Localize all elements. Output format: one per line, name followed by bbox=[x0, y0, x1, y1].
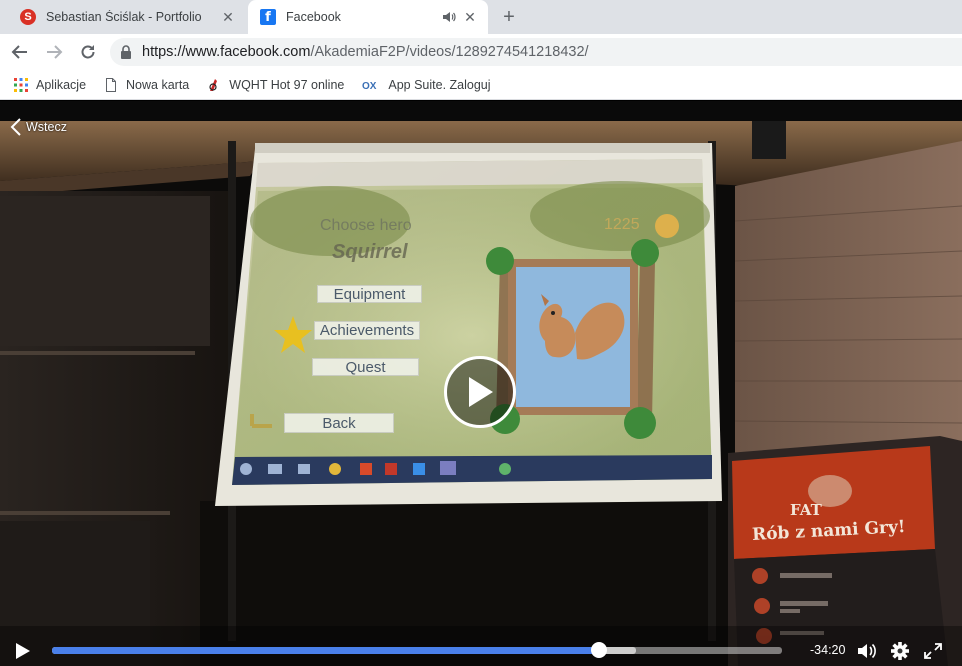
bookmark-app-suite[interactable]: OX App Suite. Zaloguj bbox=[362, 78, 490, 92]
tab-title: Sebastian Ściślak - Portfolio bbox=[46, 10, 202, 24]
game-achievements-button: Achievements bbox=[314, 321, 420, 340]
reload-icon bbox=[81, 45, 95, 59]
ox-icon: OX bbox=[362, 81, 377, 92]
url-path: /AkademiaF2P/videos/1289274541218432/ bbox=[310, 44, 589, 60]
game-hero-name: Squirrel bbox=[332, 241, 408, 263]
tab-facebook[interactable]: f Facebook ✕ bbox=[248, 0, 488, 34]
volume-icon[interactable] bbox=[856, 641, 878, 661]
close-tab-icon[interactable]: ✕ bbox=[462, 9, 478, 25]
gear-icon[interactable] bbox=[889, 641, 911, 661]
progress-bar[interactable] bbox=[52, 647, 782, 654]
game-equipment-button: Equipment bbox=[317, 285, 422, 303]
back-link[interactable]: Wstecz bbox=[10, 117, 67, 137]
chevron-left-icon bbox=[10, 118, 21, 136]
progress-scrubber[interactable] bbox=[590, 642, 607, 658]
new-tab-button[interactable]: + bbox=[498, 6, 520, 28]
banner-brand: FAT bbox=[790, 501, 822, 519]
game-heading: Choose hero bbox=[320, 217, 412, 234]
video-controls: -34:20 bbox=[0, 636, 962, 666]
video-player[interactable]: Choose hero Squirrel 1225 Equipment Achi… bbox=[0, 101, 962, 666]
play-icon bbox=[469, 377, 493, 407]
arrow-left-icon bbox=[11, 45, 27, 59]
arrow-right-icon bbox=[47, 45, 63, 59]
bookmark-nowa-karta[interactable]: Nowa karta bbox=[104, 77, 190, 92]
tab-title: Facebook bbox=[286, 10, 341, 24]
bookmarks-bar: Aplikacje Nowa karta WQHT Hot 97 online … bbox=[0, 70, 962, 100]
fullscreen-icon[interactable] bbox=[922, 641, 944, 661]
tab-portfolio[interactable]: S Sebastian Ściślak - Portfolio ✕ bbox=[8, 0, 246, 34]
address-bar[interactable]: https://www.facebook.com/AkademiaF2P/vid… bbox=[110, 38, 962, 66]
url-host: https://www.facebook.com bbox=[142, 44, 311, 60]
lock-icon bbox=[121, 45, 131, 59]
browser-toolbar: https://www.facebook.com/AkademiaF2P/vid… bbox=[0, 34, 962, 70]
bookmark-label: App Suite. Zaloguj bbox=[388, 77, 491, 92]
bookmark-wqht[interactable]: WQHT Hot 97 online bbox=[207, 78, 344, 92]
play-icon[interactable] bbox=[14, 641, 32, 661]
svg-text:OX: OX bbox=[362, 81, 377, 92]
time-remaining: -34:20 bbox=[810, 643, 846, 657]
reload-button[interactable] bbox=[74, 38, 102, 66]
bookmark-label: WQHT Hot 97 online bbox=[229, 77, 345, 92]
game-coins: 1225 bbox=[604, 216, 640, 233]
forward-button[interactable] bbox=[40, 38, 68, 66]
tab-strip: S Sebastian Ściślak - Portfolio ✕ f Face… bbox=[0, 0, 962, 34]
back-button[interactable] bbox=[6, 38, 34, 66]
close-tab-icon[interactable]: ✕ bbox=[220, 9, 236, 25]
game-back-button: Back bbox=[284, 413, 394, 433]
bookmark-label: Aplikacje bbox=[36, 77, 87, 92]
back-link-label: Wstecz bbox=[26, 120, 67, 134]
bookmark-label: Nowa karta bbox=[126, 77, 190, 92]
bookmark-aplikacje[interactable]: Aplikacje bbox=[14, 77, 87, 92]
facebook-icon: f bbox=[260, 9, 276, 25]
apps-grid-icon bbox=[14, 77, 28, 92]
game-quest-button: Quest bbox=[312, 358, 419, 376]
play-button[interactable] bbox=[444, 356, 516, 428]
page-icon bbox=[106, 77, 117, 92]
speaker-icon[interactable] bbox=[442, 10, 456, 24]
s-logo-icon: S bbox=[20, 9, 36, 25]
progress-played bbox=[52, 647, 599, 654]
radio-icon bbox=[209, 78, 218, 91]
